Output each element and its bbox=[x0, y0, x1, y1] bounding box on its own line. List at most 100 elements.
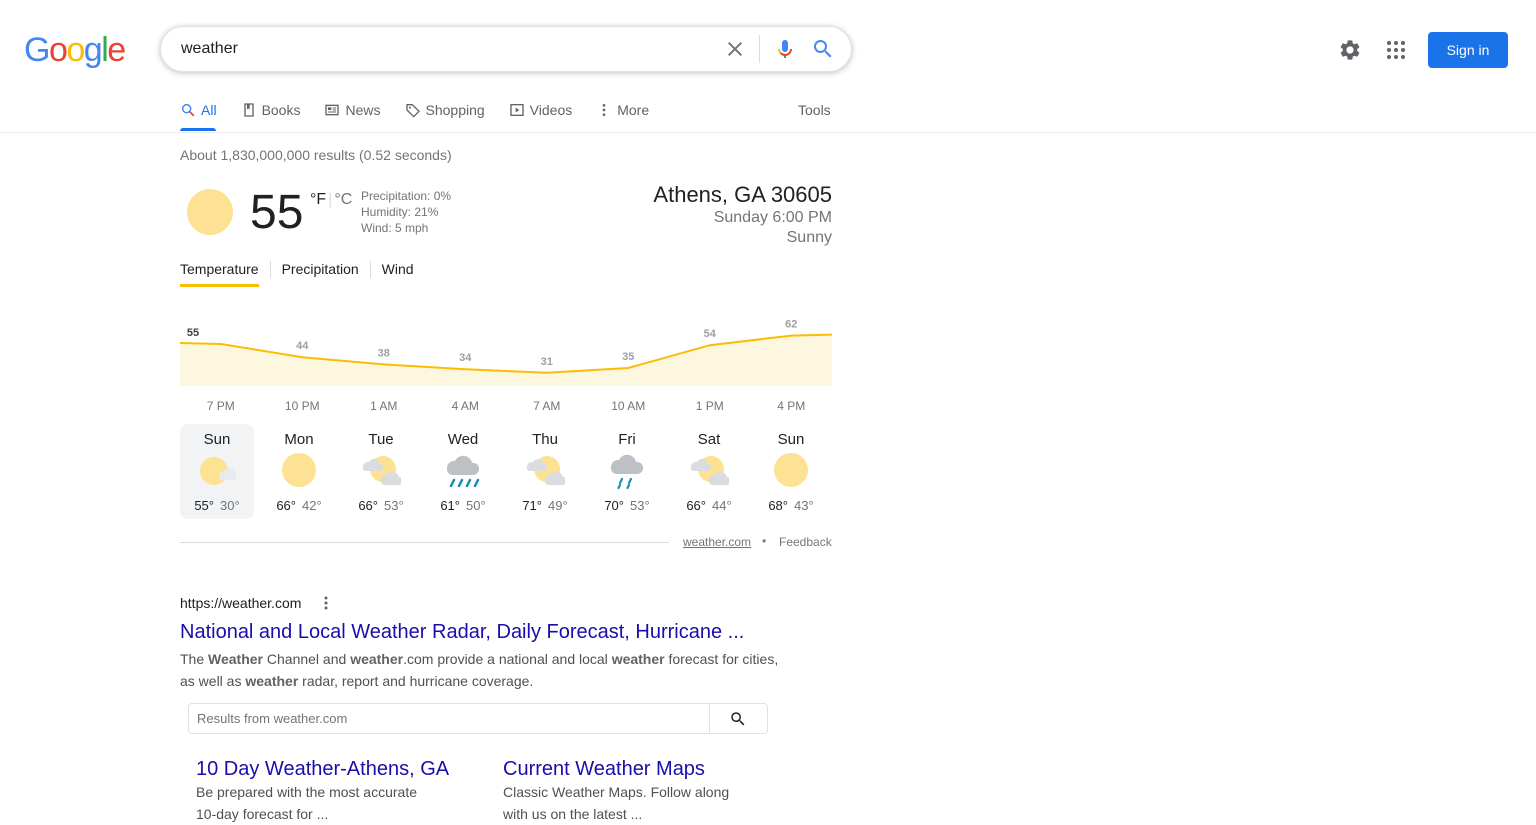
showers-icon bbox=[610, 454, 644, 490]
search-input[interactable]: weather bbox=[181, 40, 238, 58]
weather-location-block: Athens, GA 30605 Sunday 6:00 PM Sunny bbox=[653, 182, 832, 248]
tab-books[interactable]: Books bbox=[241, 100, 301, 120]
tab-label: Books bbox=[261, 102, 301, 118]
logo-letter: o bbox=[66, 31, 85, 69]
site-search-divider bbox=[709, 704, 710, 733]
time-tick-label: 7 PM bbox=[207, 399, 235, 413]
celsius-toggle[interactable]: °C bbox=[334, 191, 352, 208]
day-name: Tue bbox=[368, 431, 394, 448]
search-icon bbox=[181, 103, 195, 117]
settings-gear-icon[interactable] bbox=[1338, 38, 1362, 62]
apps-grid-icon[interactable] bbox=[1384, 38, 1408, 62]
tools-button[interactable]: Tools bbox=[798, 102, 831, 118]
partly-cloudy-icon bbox=[690, 456, 729, 485]
result-title-link[interactable]: National and Local Weather Radar, Daily … bbox=[180, 620, 744, 644]
time-tick-label: 1 AM bbox=[370, 399, 397, 413]
play-icon bbox=[510, 104, 524, 116]
high-temp: 66° bbox=[358, 498, 378, 513]
forecast-day[interactable]: Sun 68° 43° bbox=[754, 424, 828, 519]
more-vert-icon[interactable] bbox=[319, 595, 333, 611]
tab-more[interactable]: More bbox=[596, 100, 649, 120]
day-temps: 70° 53° bbox=[590, 498, 664, 513]
source-divider bbox=[180, 542, 669, 543]
logo-letter: e bbox=[107, 31, 126, 69]
forecast-day[interactable]: Wed 61° 50° bbox=[426, 424, 500, 519]
forecast-day[interactable]: Sat 66° 44° bbox=[672, 424, 746, 519]
humidity-text: Humidity: 21% bbox=[361, 205, 439, 219]
forecast-day[interactable]: Tue 66° 53° bbox=[344, 424, 418, 519]
fahrenheit-toggle[interactable]: °F bbox=[310, 191, 326, 208]
feedback-link[interactable]: Feedback bbox=[779, 535, 832, 549]
logo-letter: g bbox=[83, 31, 103, 69]
wind-text: Wind: 5 mph bbox=[361, 221, 429, 235]
snippet-keyword: weather bbox=[611, 651, 665, 667]
weather-tab-temperature[interactable]: Temperature bbox=[180, 261, 270, 278]
temperature-label: 62 bbox=[785, 319, 797, 331]
tab-videos[interactable]: Videos bbox=[509, 100, 573, 120]
day-temps: 61° 50° bbox=[426, 498, 500, 513]
forecast-day[interactable]: Fri 70° 53° bbox=[590, 424, 664, 519]
weather-details: Precipitation: 0% Humidity: 21% Wind: 5 … bbox=[361, 188, 451, 236]
day-temps: 55° 30° bbox=[180, 498, 254, 513]
clear-icon[interactable] bbox=[723, 37, 747, 61]
result-url[interactable]: https://weather.com bbox=[180, 595, 301, 611]
search-icon[interactable] bbox=[729, 710, 747, 728]
site-search-box[interactable]: Results from weather.com bbox=[188, 703, 768, 734]
search-icon[interactable] bbox=[811, 37, 835, 61]
temperature-label: 44 bbox=[296, 340, 309, 352]
rain-icon bbox=[446, 455, 480, 488]
tab-shopping[interactable]: Shopping bbox=[405, 100, 485, 120]
high-temp: 66° bbox=[276, 498, 296, 513]
sitelink-description: Be prepared with the most accurate 10-da… bbox=[196, 784, 418, 822]
result-stats: About 1,830,000,000 results (0.52 second… bbox=[180, 147, 452, 163]
news-icon bbox=[325, 104, 340, 116]
time-tick-label: 1 PM bbox=[696, 399, 724, 413]
time-tick-label: 7 AM bbox=[533, 399, 560, 413]
snippet-text: Channel and bbox=[263, 651, 351, 667]
microphone-icon[interactable] bbox=[773, 37, 797, 61]
logo-letter: G bbox=[24, 31, 50, 69]
tab-all[interactable]: All bbox=[180, 100, 217, 120]
low-temp: 30° bbox=[220, 498, 240, 513]
tab-label: Videos bbox=[529, 102, 573, 118]
temperature-label: 34 bbox=[459, 352, 472, 364]
weather-tab-wind[interactable]: Wind bbox=[369, 261, 425, 278]
time-tick-label: 4 AM bbox=[452, 399, 479, 413]
active-tab-indicator bbox=[180, 128, 216, 131]
forecast-day[interactable]: Mon 66° 42° bbox=[262, 424, 336, 519]
search-box[interactable]: weather bbox=[160, 26, 852, 72]
weather-tab-precipitation[interactable]: Precipitation bbox=[269, 261, 370, 278]
weather-condition: Sunny bbox=[786, 229, 832, 246]
result-snippet: The Weather Channel and weather.com prov… bbox=[180, 648, 780, 692]
sign-in-button[interactable]: Sign in bbox=[1428, 32, 1508, 68]
weather-tab-indicator bbox=[180, 284, 259, 287]
low-temp: 50° bbox=[466, 498, 486, 513]
weather-source-link[interactable]: weather.com bbox=[683, 535, 751, 549]
day-name: Wed bbox=[447, 431, 479, 448]
day-name: Thu bbox=[532, 431, 558, 448]
site-search-placeholder[interactable]: Results from weather.com bbox=[197, 711, 347, 726]
forecast-day[interactable]: Thu 71° 49° bbox=[508, 424, 582, 519]
sitelink-description: Classic Weather Maps. Follow along with … bbox=[503, 784, 730, 822]
snippet-keyword: weather bbox=[350, 651, 404, 667]
low-temp: 44° bbox=[712, 498, 732, 513]
book-icon bbox=[243, 103, 254, 117]
google-logo[interactable]: Google bbox=[24, 31, 126, 69]
partly-cloudy-icon bbox=[526, 456, 565, 485]
tab-news[interactable]: News bbox=[324, 100, 381, 120]
time-tick-label: 10 PM bbox=[285, 399, 320, 413]
forecast-days: Sun 55° 30° Mon 66° 42° Tue 66° 53° Wed 61° 50° Thu 7… bbox=[180, 424, 836, 519]
tab-label: Shopping bbox=[425, 102, 485, 118]
sitelink-title[interactable]: Current Weather Maps bbox=[503, 757, 743, 781]
tab-label: All bbox=[201, 102, 217, 118]
partly-cloudy-icon bbox=[362, 456, 401, 485]
sitelink-title[interactable]: 10 Day Weather-Athens, GA bbox=[196, 757, 449, 781]
day-temps: 66° 44° bbox=[672, 498, 746, 513]
forecast-day[interactable]: Sun 55° 30° bbox=[180, 424, 254, 519]
low-temp: 53° bbox=[384, 498, 404, 513]
day-name: Fri bbox=[618, 431, 636, 448]
separator-dot: • bbox=[762, 534, 767, 548]
high-temp: 68° bbox=[768, 498, 788, 513]
weather-tabs: Temperature Precipitation Wind bbox=[180, 261, 425, 278]
snippet-keyword: Weather bbox=[208, 651, 263, 667]
